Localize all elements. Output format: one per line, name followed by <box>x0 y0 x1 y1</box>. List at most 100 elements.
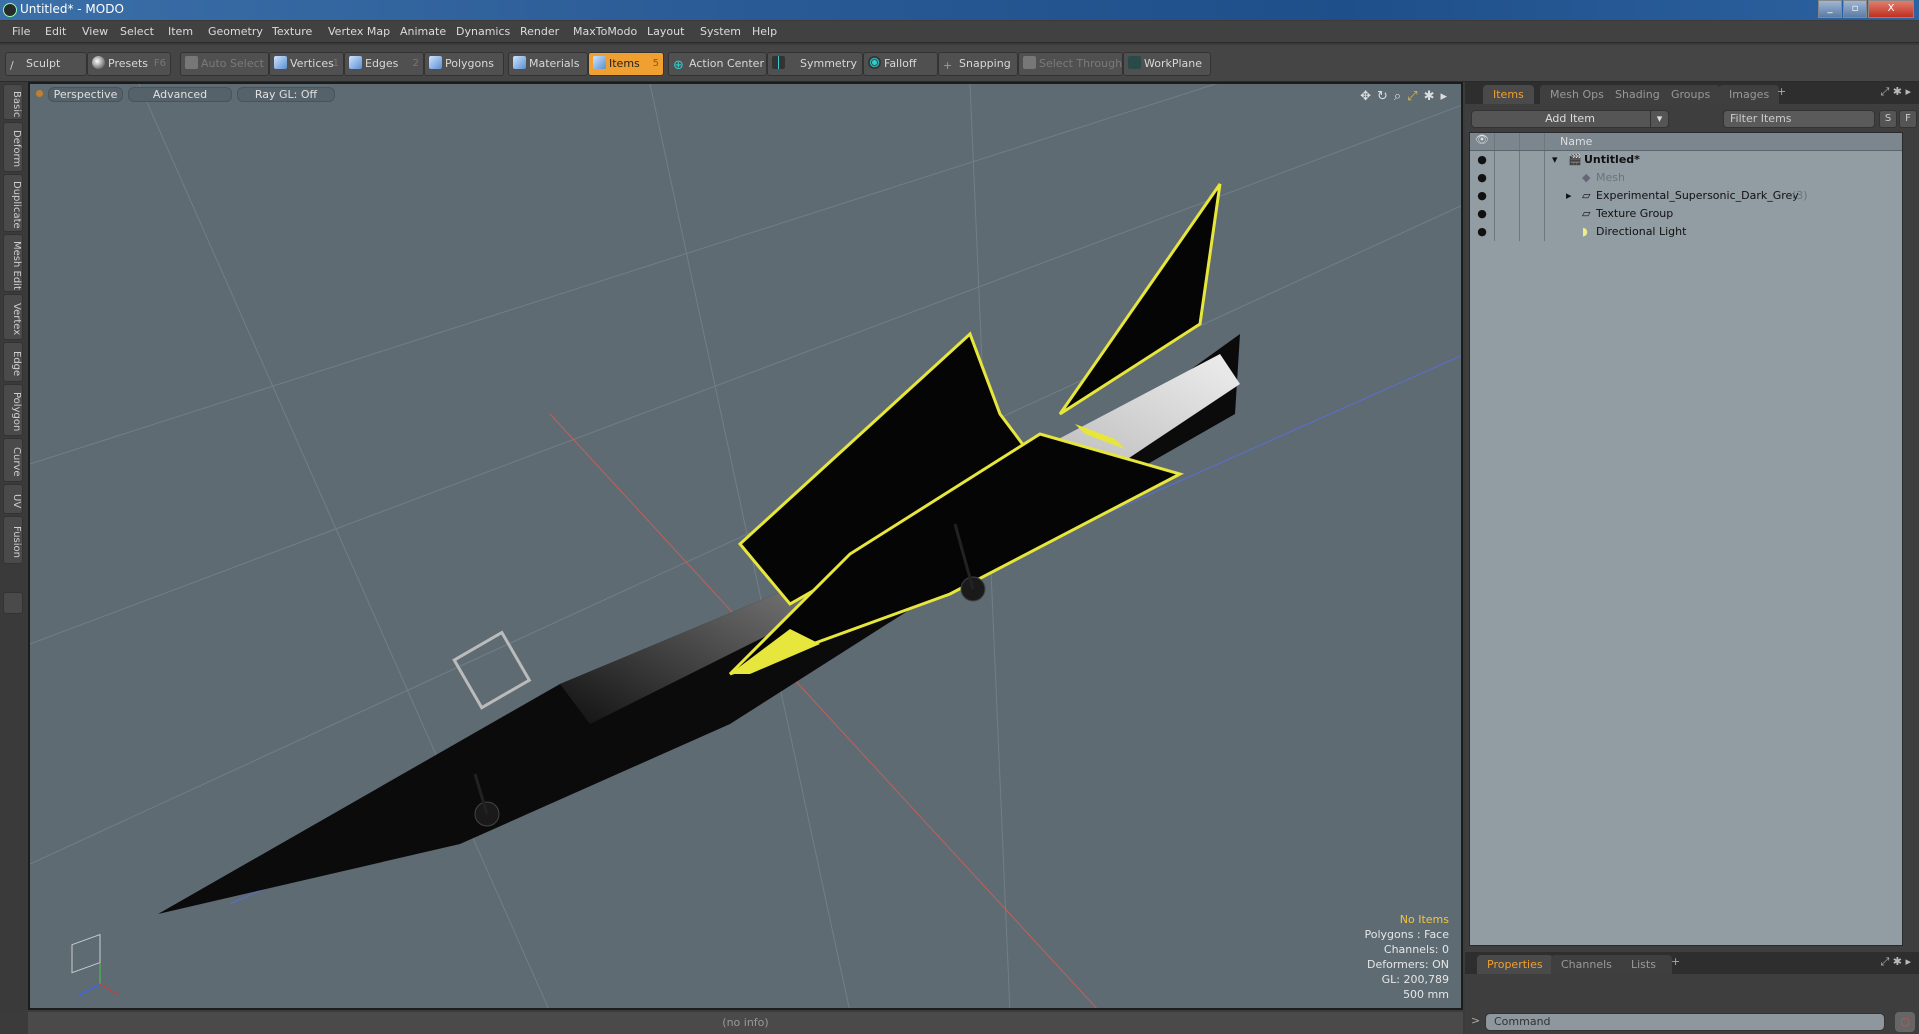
tab-extra[interactable] <box>3 592 23 614</box>
edges-button[interactable]: Edges 2 <box>344 52 424 76</box>
view-type-dropdown[interactable]: Perspective <box>48 87 123 102</box>
tab-images[interactable]: Images <box>1719 85 1780 104</box>
tab-mesh-ops[interactable]: Mesh Ops <box>1540 85 1614 104</box>
menu-animate[interactable]: Animate <box>400 25 446 38</box>
menu-view[interactable]: View <box>82 25 108 38</box>
restore-button[interactable]: ▫ <box>1843 0 1867 18</box>
rotate-view-icon[interactable]: ↻ <box>1377 89 1388 104</box>
sculpt-label: Sculpt <box>26 57 61 70</box>
select-through-button[interactable]: Select Through <box>1018 52 1123 76</box>
workplane-button[interactable]: WorkPlane <box>1123 52 1211 76</box>
record-icon[interactable]: ○ <box>1895 1012 1915 1032</box>
action-center-button[interactable]: ⊕ Action Center <box>668 52 767 76</box>
tree-row[interactable]: ● ▱ Texture Group <box>1470 205 1902 223</box>
menu-select[interactable]: Select <box>120 25 154 38</box>
visibility-column-icon[interactable]: 👁 <box>1470 133 1495 150</box>
folder-icon: ▱ <box>1582 189 1591 202</box>
tab-mesh-edit[interactable]: Mesh Edit <box>3 234 23 292</box>
tab-lists[interactable]: Lists <box>1615 955 1672 974</box>
tab-shading[interactable]: Shading <box>1605 85 1670 104</box>
polygons-icon <box>429 56 442 69</box>
add-item-dropdown[interactable]: Add Item ▾ <box>1471 110 1669 128</box>
command-input[interactable]: Command <box>1485 1013 1885 1031</box>
items-shortcut: 5 <box>652 58 659 69</box>
tab-polygon[interactable]: Polygon <box>3 384 23 436</box>
tab-fusion[interactable]: Fusion <box>3 516 23 564</box>
falloff-button[interactable]: Falloff <box>863 52 938 76</box>
tree-row[interactable]: ● ◆ Mesh <box>1470 169 1902 187</box>
tab-groups[interactable]: Groups <box>1661 85 1721 104</box>
tab-uv[interactable]: UV <box>3 484 23 514</box>
menu-texture[interactable]: Texture <box>272 25 312 38</box>
3d-viewport[interactable]: Perspective Advanced Ray GL: Off ✥ ↻ ⌕ ⤢ ✱ ▸ … <box>28 82 1463 1010</box>
maximize-icon[interactable]: ⤢ <box>1407 89 1417 104</box>
tab-deform[interactable]: Deform <box>3 122 23 172</box>
menu-maxtomodo[interactable]: MaxToModo <box>573 25 637 38</box>
tab-vertex[interactable]: Vertex <box>3 294 23 340</box>
eye-icon[interactable]: ● <box>1470 187 1495 205</box>
tab-edge[interactable]: Edge <box>3 342 23 382</box>
menu-edit[interactable]: Edit <box>45 25 66 38</box>
panel-options-icon[interactable]: ⤢ ✱ ▸ <box>1880 85 1911 99</box>
shading-dropdown[interactable]: Advanced <box>128 87 232 102</box>
add-tab-icon[interactable]: + <box>1671 955 1680 968</box>
auto-select-button[interactable]: Auto Select <box>180 52 269 76</box>
eye-icon[interactable]: ● <box>1470 169 1495 187</box>
tab-duplicate[interactable]: Duplicate <box>3 174 23 232</box>
name-column-header[interactable]: Name <box>1560 135 1592 148</box>
minimize-button[interactable]: _ <box>1818 0 1842 18</box>
tree-row[interactable]: ● ▾ 🎬 Untitled* <box>1470 151 1902 169</box>
add-tab-icon[interactable]: + <box>1777 85 1786 98</box>
vertices-icon <box>274 56 287 69</box>
menu-vertex-map[interactable]: Vertex Map <box>328 25 390 38</box>
tree-row[interactable]: ● ▸ ▱ Experimental_Supersonic_Dark_Grey (3) <box>1470 187 1902 205</box>
light-icon: ◗ <box>1582 225 1588 238</box>
eye-icon[interactable]: ● <box>1470 223 1495 241</box>
symmetry-label: Symmetry <box>800 57 858 70</box>
polygons-button[interactable]: Polygons <box>424 52 504 76</box>
materials-label: Materials <box>529 57 580 70</box>
falloff-label: Falloff <box>884 57 917 70</box>
tree-row[interactable]: ● ◗ Directional Light <box>1470 223 1902 241</box>
menu-layout[interactable]: Layout <box>647 25 684 38</box>
tab-properties[interactable]: Properties <box>1477 955 1553 974</box>
tab-items[interactable]: Items <box>1483 85 1534 104</box>
raygl-toggle[interactable]: Ray GL: Off <box>237 87 335 102</box>
menu-render[interactable]: Render <box>520 25 559 38</box>
presets-button[interactable]: Presets F6 <box>87 52 171 76</box>
menu-dynamics[interactable]: Dynamics <box>456 25 510 38</box>
gear-icon[interactable]: ✱ <box>1424 89 1435 104</box>
symmetry-button[interactable]: Symmetry <box>767 52 863 76</box>
panel-options-icon[interactable]: ⤢ ✱ ▸ <box>1880 955 1911 969</box>
lock-column-icon[interactable] <box>1495 133 1520 150</box>
sculpt-button[interactable]: / Sculpt <box>5 52 87 76</box>
tree-item-label: Experimental_Supersonic_Dark_Grey <box>1596 189 1799 202</box>
tab-basic[interactable]: Basic <box>3 84 23 120</box>
collapse-arrow-icon[interactable]: ▾ <box>1552 151 1558 169</box>
items-button[interactable]: Items 5 <box>588 52 664 76</box>
tab-curve[interactable]: Curve <box>3 438 23 482</box>
item-tree: 👁 Name ● ▾ 🎬 Untitled* ● ◆ Mesh ● ▸ ▱ Experiment… <box>1469 132 1903 946</box>
menu-help[interactable]: Help <box>752 25 777 38</box>
menu-item[interactable]: Item <box>168 25 193 38</box>
falloff-icon <box>868 56 881 69</box>
filter-items-input[interactable]: Filter Items <box>1723 110 1875 128</box>
move-view-icon[interactable]: ✥ <box>1360 89 1371 104</box>
s-button[interactable]: S <box>1879 110 1897 128</box>
eye-icon[interactable]: ● <box>1470 205 1495 223</box>
expand-arrow-icon[interactable]: ▸ <box>1566 187 1572 205</box>
gl-info: GL: 200,789 <box>1381 973 1449 986</box>
vertices-button[interactable]: Vertices 1 <box>269 52 344 76</box>
eye-icon[interactable]: ● <box>1470 151 1495 169</box>
arrow-right-icon[interactable]: ▸ <box>1440 89 1447 104</box>
menu-geometry[interactable]: Geometry <box>208 25 263 38</box>
zoom-view-icon[interactable]: ⌕ <box>1394 89 1401 104</box>
menu-file[interactable]: File <box>12 25 30 38</box>
snapping-button[interactable]: + Snapping <box>938 52 1018 76</box>
transform-column-icon[interactable] <box>1520 133 1545 150</box>
menu-system[interactable]: System <box>700 25 741 38</box>
close-button[interactable]: X <box>1868 0 1914 18</box>
f-button[interactable]: F <box>1899 110 1917 128</box>
materials-button[interactable]: Materials <box>508 52 588 76</box>
tab-channels[interactable]: Channels <box>1551 955 1622 974</box>
